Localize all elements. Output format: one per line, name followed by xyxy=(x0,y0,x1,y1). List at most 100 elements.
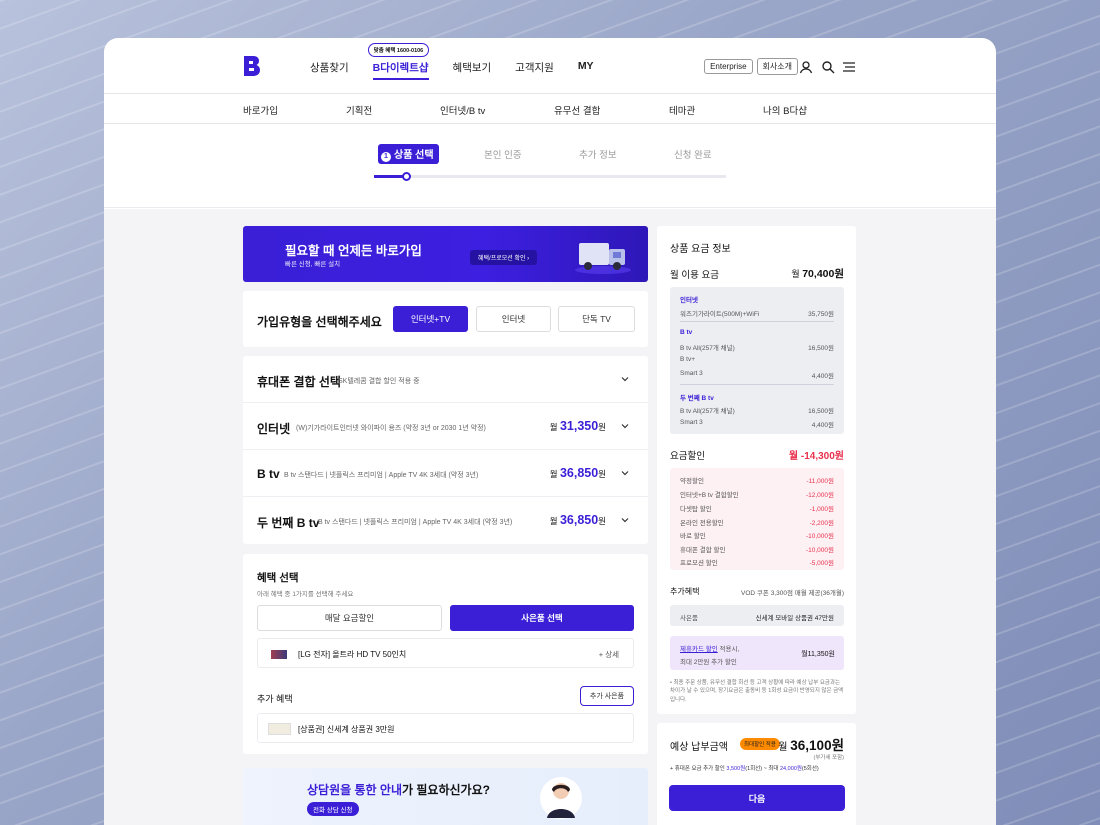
fee-group-btv: B tv xyxy=(680,329,834,336)
discount-item: 휴대폰 결합 할인 -10,000원 xyxy=(680,544,834,554)
join-option-internet[interactable]: 인터넷 xyxy=(476,306,551,332)
discount-item-value: -2,200원 xyxy=(809,520,834,527)
fee-item: B tv All(257개 채널) 16,500원 xyxy=(680,342,834,352)
product-row-btv[interactable]: B tv B tv 스탠다드 | 넷플릭스 프리미엄 | Apple TV 4K… xyxy=(243,450,648,497)
discount-item-label: 휴대폰 결합 할인 xyxy=(680,547,726,554)
chevron-down-icon[interactable] xyxy=(620,421,630,431)
lnb-item-internet-btv[interactable]: 인터넷/B tv xyxy=(440,103,485,117)
extra-gift-button[interactable]: 추가 사은품 xyxy=(580,686,634,706)
menu-icon[interactable] xyxy=(842,60,856,74)
gift-voucher[interactable]: [상품권] 신세계 상품권 3만원 xyxy=(257,713,634,743)
benefit-option-gift[interactable]: 사은품 선택 xyxy=(450,605,634,631)
main-content: 필요할 때 언제든 바로가입 빠른 신청, 빠른 설치 혜택/프로모션 확인 ›… xyxy=(104,209,996,825)
benefit-sub: 아래 혜택 중 1가지를 선택해 주세요 xyxy=(257,591,354,598)
discount-item: 다셋탑 할인 -1,000원 xyxy=(680,503,834,513)
consult-banner[interactable]: 상담원을 통한 안내가 필요하신가요? 전화 상담 신청 xyxy=(243,768,648,825)
fee-group-label: 인터넷 xyxy=(680,297,698,304)
join-type-card: 가입유형을 선택해주세요 인터넷+TV 인터넷 단독 TV xyxy=(243,291,648,347)
chevron-down-icon[interactable] xyxy=(620,515,630,525)
divider xyxy=(680,384,834,385)
discount-item-label: 인터넷+B tv 결합할인 xyxy=(680,492,739,499)
consult-title: 상담원을 통한 안내가 필요하신가요? xyxy=(307,781,490,798)
discount-item-value: -1,000원 xyxy=(809,506,834,513)
consult-title-rest: 가 필요하신가요? xyxy=(402,783,490,797)
product-price: 월 36,850원 xyxy=(550,466,606,480)
gnb-item-my[interactable]: MY xyxy=(578,60,594,80)
benefit-option-discount[interactable]: 매달 요금할인 xyxy=(257,605,442,631)
voucher-icon xyxy=(268,723,291,735)
fee-notice: • 최종 주문 상품, 유무선 결합 회선 등 고객 상황에 따라 예상 납부 … xyxy=(670,680,844,703)
consult-title-highlight: 상담원을 통한 안내 xyxy=(307,783,402,797)
discount-item: 프로모션 할인 -5,000원 xyxy=(680,557,834,567)
promo-text: (1회선) ~ 최대 xyxy=(745,766,780,772)
fee-group-label: B tv xyxy=(680,329,693,336)
discount-breakdown: 약정할인 -11,000원 인터넷+B tv 결합할인 -12,000원 다셋탑 할… xyxy=(670,468,844,570)
brand-logo-icon[interactable] xyxy=(242,55,262,77)
truck-icon xyxy=(575,243,631,274)
gnb-item-product[interactable]: 상품찾기 xyxy=(310,60,349,80)
next-button[interactable]: 다음 xyxy=(669,785,845,811)
fee-group-btv2: 두 번째 B tv xyxy=(680,392,834,402)
lnb-item-my-shop[interactable]: 나의 B다샵 xyxy=(763,103,807,117)
enterprise-button[interactable]: Enterprise xyxy=(704,59,753,74)
product-price: 월 36,850원 xyxy=(550,513,606,527)
lnb-item-bundle[interactable]: 유무선 결합 xyxy=(554,103,600,117)
user-icon[interactable] xyxy=(799,60,813,74)
consultant-avatar xyxy=(540,777,582,819)
fee-item-value: 4,400원 xyxy=(811,422,834,429)
banner-button-label: 혜택/프로모션 확인 xyxy=(478,256,526,262)
chevron-down-icon[interactable] xyxy=(620,468,630,478)
price-unit: 월 xyxy=(549,469,558,479)
price-won: 원 xyxy=(598,516,606,526)
card-discount-link[interactable]: 제휴카드 할인 xyxy=(680,646,718,653)
gift-summary-label: 사은품 xyxy=(680,615,698,622)
chevron-down-icon[interactable] xyxy=(620,374,630,384)
lnb-item-promo[interactable]: 기획전 xyxy=(346,103,372,117)
discount-item-label: 다셋탑 할인 xyxy=(680,506,712,513)
price-summary: 상품 요금 정보 월 이용 요금 월 70,400원 인터넷 워즈기가라이트(5… xyxy=(657,226,856,714)
banner-button[interactable]: 혜택/프로모션 확인 › xyxy=(470,250,538,265)
fee-item-label: 워즈기가라이트(500M)+WiFi xyxy=(680,311,760,318)
product-sub: B tv 스탠다드 | 넷플릭스 프리미엄 | Apple TV 4K 3세대 … xyxy=(318,519,513,526)
discount-item: 약정할인 -11,000원 xyxy=(680,475,834,485)
monthly-value: 70,400원 xyxy=(802,268,844,280)
discount-item-value: -10,000원 xyxy=(805,547,834,554)
discount-item-label: 프로모션 할인 xyxy=(680,560,718,567)
fee-item-label: B tv All(257개 채널) xyxy=(680,345,735,352)
step-number: 1 xyxy=(381,152,391,162)
discount-item-label: 약정할인 xyxy=(680,478,704,485)
card-discount-value: 월11,350원 xyxy=(801,651,835,658)
gnb-icons xyxy=(796,58,856,76)
step-4: 신청 완료 xyxy=(674,150,712,161)
product-row-mobile[interactable]: 휴대폰 결합 선택 SK텔레콤 결합 할인 적용 중 xyxy=(243,356,648,403)
price-won: 원 xyxy=(598,422,606,432)
gift-detail-button[interactable]: + 상세 xyxy=(599,649,619,660)
fee-item: Smart 3 4,400원 xyxy=(680,370,834,380)
discount-item-value: -10,000원 xyxy=(805,533,834,540)
fee-item-value: 16,500원 xyxy=(808,408,834,415)
join-option-internet-tv[interactable]: 인터넷+TV xyxy=(393,306,468,332)
promo-min: 3,500원 xyxy=(726,766,746,772)
sub-nav: 바로가입 기획전 인터넷/B tv 유무선 결합 테마관 나의 B다샵 xyxy=(104,94,996,124)
card-discount-box[interactable]: 제휴카드 할인 적용시, 최대 2만원 추가 할인 월11,350원 xyxy=(670,636,844,670)
discount-value: 월 -14,300원 xyxy=(788,451,844,462)
progress-fill xyxy=(374,175,406,178)
gift-summary: 사은품 신세계 모바일 상품권 47만원 xyxy=(670,605,844,626)
product-row-internet[interactable]: 인터넷 (W)기가라이트인터넷 와이파이 용즈 (약정 3년 or 2030 1… xyxy=(243,403,648,450)
promo-banner[interactable]: 필요할 때 언제든 바로가입 빠른 신청, 빠른 설치 혜택/프로모션 확인 › xyxy=(243,226,648,282)
gift-item[interactable]: [LG 전자] 올트라 HD TV 50인치 + 상세 xyxy=(257,638,634,668)
product-row-btv2[interactable]: 두 번째 B tv B tv 스탠다드 | 넷플릭스 프리미엄 | Apple … xyxy=(243,497,648,544)
search-icon[interactable] xyxy=(821,60,835,74)
join-option-tv[interactable]: 단독 TV xyxy=(558,306,635,332)
gnb-item-direct-shop[interactable]: 맞춤 혜택 1600-0106 B다이렉트샵 xyxy=(367,43,430,80)
max-discount-badge: 최대할인 적용 xyxy=(740,738,780,750)
fee-item: 워즈기가라이트(500M)+WiFi 35,750원 xyxy=(680,308,834,318)
company-button[interactable]: 회사소개 xyxy=(756,58,798,75)
gnb-item-benefit[interactable]: 혜택보기 xyxy=(453,60,492,80)
lnb-item-join[interactable]: 바로가입 xyxy=(243,103,278,117)
consult-button[interactable]: 전화 상담 신청 xyxy=(307,802,359,816)
lnb-item-theme[interactable]: 테마관 xyxy=(669,103,695,117)
product-sub: SK텔레콤 결합 할인 적용 중 xyxy=(338,378,420,385)
progress-dot xyxy=(401,172,411,181)
gnb-item-support[interactable]: 고객지원 xyxy=(515,60,554,80)
